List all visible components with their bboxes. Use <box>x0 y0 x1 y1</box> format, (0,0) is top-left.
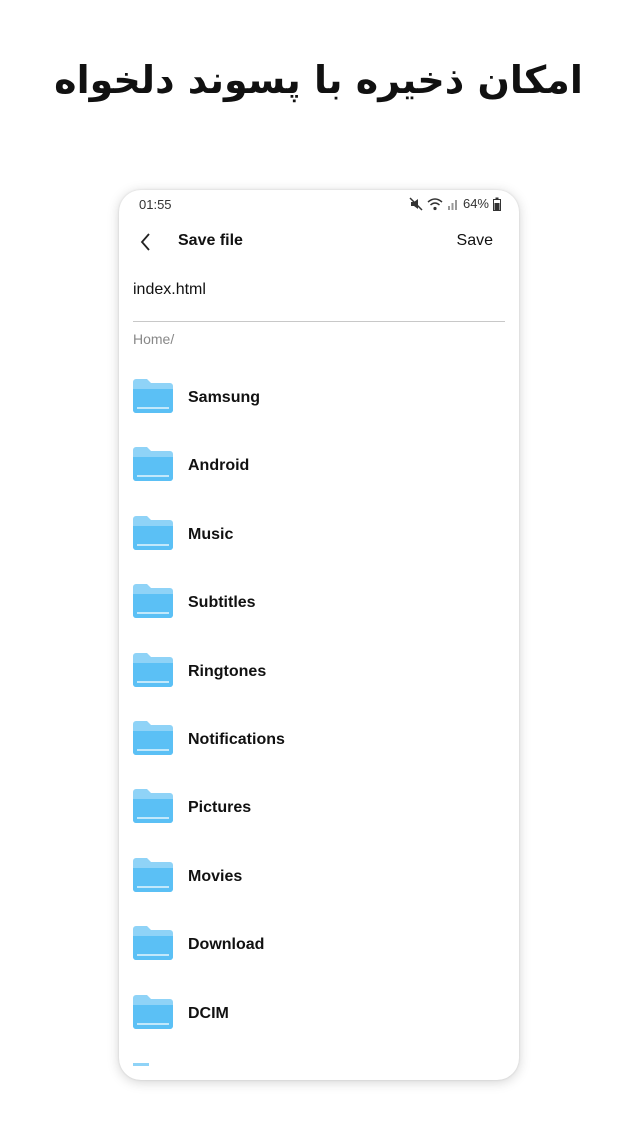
folder-item-android[interactable]: Android <box>119 432 519 500</box>
folder-item-pictures[interactable]: Pictures <box>119 774 519 842</box>
folder-icon <box>133 926 173 961</box>
folder-label: Download <box>188 936 265 954</box>
folder-item-dcim[interactable]: DCIM <box>119 980 519 1048</box>
status-bar: 01:55 64% <box>119 190 519 218</box>
status-time: 01:55 <box>139 197 172 212</box>
folder-item-download[interactable]: Download <box>119 911 519 979</box>
folder-item-movies[interactable]: Movies <box>119 843 519 911</box>
folder-icon <box>133 584 173 619</box>
page-title: Save file <box>178 232 243 249</box>
folder-list: Samsung Android Music Subtitles Ringtone… <box>119 364 519 1048</box>
folder-icon <box>133 789 173 824</box>
folder-label: Pictures <box>188 799 252 817</box>
folder-label: DCIM <box>188 1004 229 1022</box>
promo-headline: امکان ذخیره با پسوند دلخواه <box>54 58 583 102</box>
app-bar: Save file Save <box>119 220 519 264</box>
folder-label: Samsung <box>188 389 261 406</box>
battery-icon <box>493 197 501 211</box>
folder-icon <box>133 652 173 687</box>
folder-icon <box>133 720 173 755</box>
wifi-icon <box>427 197 443 210</box>
folder-item-music[interactable]: Music <box>119 501 519 569</box>
back-button[interactable] <box>133 228 161 256</box>
folder-item-ringtones[interactable]: Ringtones <box>119 638 519 706</box>
status-icons: 64% <box>409 196 501 211</box>
save-button[interactable]: Save <box>457 232 493 250</box>
signal-icon <box>447 199 457 210</box>
folder-label: Movies <box>188 867 243 885</box>
phone-screen: 01:55 64% Save file Save index.html Home… <box>119 190 519 1080</box>
folder-item-subtitles[interactable]: Subtitles <box>119 569 519 637</box>
folder-icon <box>133 857 173 892</box>
battery-percent: 64% <box>462 196 489 211</box>
partial-folder-icon <box>133 1063 149 1066</box>
folder-icon <box>133 379 173 413</box>
folder-label: Notifications <box>188 730 285 748</box>
folder-label: Ringtones <box>188 662 267 680</box>
chevron-left-icon <box>140 233 150 251</box>
folder-label: Subtitles <box>188 594 256 612</box>
folder-icon <box>133 994 173 1029</box>
breadcrumb[interactable]: Home/ <box>133 331 174 347</box>
folder-item-samsung[interactable]: Samsung <box>119 364 519 432</box>
mute-icon <box>409 196 423 211</box>
filename-input[interactable] <box>133 278 505 322</box>
folder-item-notifications[interactable]: Notifications <box>119 706 519 774</box>
folder-label: Music <box>188 525 234 543</box>
folder-icon <box>133 447 173 482</box>
folder-label: Android <box>188 457 250 475</box>
folder-icon <box>133 515 173 550</box>
